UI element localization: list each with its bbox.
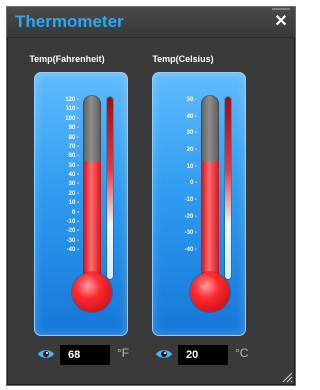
scale-tick-label: 50 - bbox=[186, 97, 197, 103]
scale-tick-label: 0 - bbox=[71, 209, 79, 216]
eye-icon[interactable] bbox=[155, 348, 173, 360]
scale-tick-label: -10 - bbox=[66, 218, 79, 225]
celsius-label: Temp(Celsius) bbox=[152, 54, 214, 64]
scale-tick-label: 40 - bbox=[186, 113, 197, 120]
celsius-value-field[interactable]: 20 bbox=[178, 345, 228, 365]
scale-tick-label: 50 - bbox=[68, 162, 79, 169]
thermometer-window: Thermometer ✕ Temp(Fahrenheit) Temp(Cels… bbox=[6, 6, 296, 386]
fahrenheit-bulb bbox=[72, 272, 112, 312]
scale-tick-label: -30 - bbox=[184, 230, 197, 237]
scale-tick-label: 20 - bbox=[68, 190, 79, 197]
window-title: Thermometer bbox=[15, 12, 124, 31]
scale-tick-label: -30 - bbox=[66, 237, 79, 244]
scale-tick-label: 70 - bbox=[68, 143, 79, 150]
scale-tick-label: 30 - bbox=[186, 130, 197, 137]
scale-tick-label: 10 - bbox=[68, 200, 79, 207]
fahrenheit-tube bbox=[83, 95, 101, 295]
scale-tick-label: 30 - bbox=[68, 181, 79, 188]
scale-tick-label: 90 - bbox=[68, 125, 79, 132]
scale-tick-label: 120 - bbox=[65, 97, 79, 103]
fahrenheit-gauge-panel: 120 - 110 - 100 - 90 - 80 - 70 - 60 - 50 - 40 - 3… bbox=[34, 72, 128, 336]
scale-tick-label: -40 - bbox=[184, 247, 197, 253]
scale-tick-label: -10 - bbox=[184, 197, 197, 203]
scale-tick-label: 100 - bbox=[65, 115, 79, 122]
fahrenheit-scale: 120 - 110 - 100 - 90 - 80 - 70 - 60 - 50 - 40 - 3… bbox=[39, 97, 79, 253]
celsius-color-strip bbox=[225, 97, 231, 279]
title-bar[interactable]: Thermometer ✕ bbox=[7, 7, 295, 38]
scale-tick-label: 10 - bbox=[186, 163, 197, 170]
celsius-value-row: 20 °C bbox=[155, 345, 265, 367]
fahrenheit-value-row: 68 °F bbox=[37, 345, 147, 367]
celsius-unit: °C bbox=[235, 346, 249, 360]
celsius-bulb bbox=[190, 272, 230, 312]
close-icon[interactable]: ✕ bbox=[272, 8, 290, 31]
scale-tick-label: 0 - bbox=[189, 180, 197, 187]
scale-tick-label: 20 - bbox=[186, 147, 197, 153]
scale-tick-label: 80 - bbox=[68, 134, 79, 141]
scale-tick-label: -40 - bbox=[66, 247, 79, 253]
scale-tick-label: -20 - bbox=[184, 213, 197, 220]
celsius-gauge-panel: 50 - 40 - 30 - 20 - 10 - 0 - -10 - -20 - -30 - -4… bbox=[152, 72, 246, 336]
celsius-scale: 50 - 40 - 30 - 20 - 10 - 0 - -10 - -20 - -30 - -4… bbox=[157, 97, 197, 253]
fahrenheit-unit: °F bbox=[117, 346, 130, 360]
resize-grip-icon[interactable] bbox=[281, 371, 293, 383]
scale-tick-label: 110 - bbox=[65, 106, 79, 113]
scale-tick-label: -20 - bbox=[66, 228, 79, 235]
fahrenheit-label: Temp(Fahrenheit) bbox=[29, 54, 105, 64]
scale-tick-label: 60 - bbox=[68, 153, 79, 160]
eye-icon[interactable] bbox=[37, 348, 55, 360]
fahrenheit-color-strip bbox=[107, 97, 113, 279]
fahrenheit-value-field[interactable]: 68 bbox=[60, 345, 110, 365]
scale-tick-label: 40 - bbox=[68, 172, 79, 178]
celsius-tube bbox=[201, 95, 219, 295]
